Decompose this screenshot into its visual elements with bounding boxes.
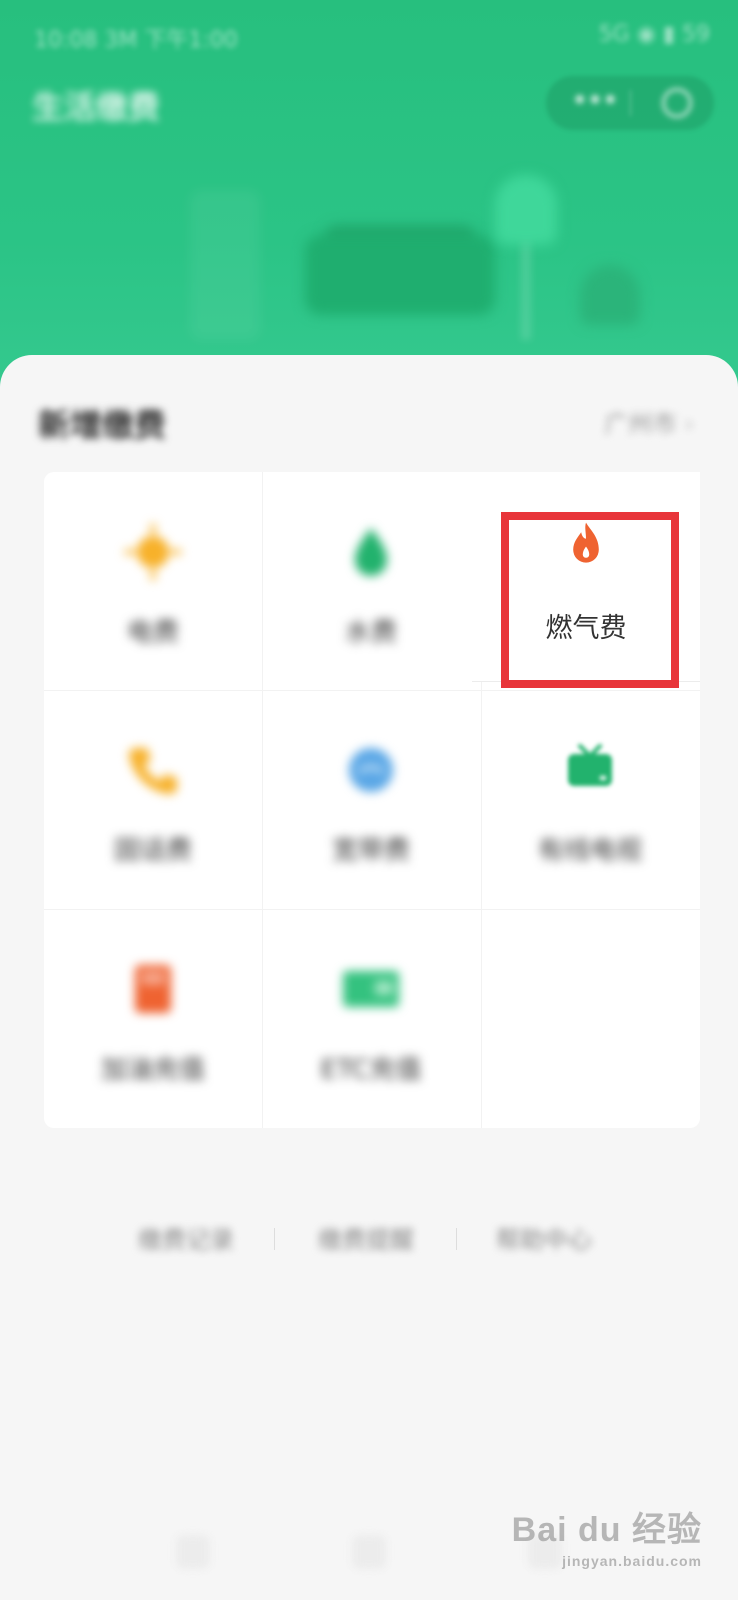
services-grid: 电费 水费 燃气费 固话费 宽带费 有线电视 加油充值 ETC充值 — [44, 472, 700, 1128]
service-label: 有线电视 — [537, 836, 642, 866]
status-indicators: 5G ◉ ▮ 59 — [598, 22, 710, 47]
region-selector[interactable]: 广州市 › — [604, 404, 694, 439]
service-label: 水费 — [344, 618, 397, 648]
miniapp-capsule: ••• — [546, 76, 714, 130]
service-label: 宽带费 — [331, 836, 410, 866]
illustration-lamp-pole — [521, 230, 531, 340]
section-title: 新增缴费 — [38, 406, 167, 444]
close-icon[interactable] — [662, 88, 692, 118]
service-broadband[interactable]: 宽带费 — [262, 690, 480, 908]
phone-icon — [129, 748, 177, 794]
service-label: 电费 — [126, 618, 179, 648]
service-label: 燃气费 — [545, 613, 627, 644]
illustration-lamp — [495, 175, 557, 245]
service-label: 固话费 — [113, 836, 192, 866]
watermark-main: Bai du 经验 — [511, 1511, 702, 1549]
tv-icon — [568, 744, 612, 786]
service-label: ETC充值 — [320, 1055, 422, 1085]
watermark-sub: jingyan.baidu.com — [562, 1553, 702, 1569]
electricity-icon — [124, 523, 182, 581]
service-cable-tv[interactable]: 有线电视 — [481, 690, 699, 908]
status-time: 10:08 3M 下午1:00 — [34, 28, 238, 53]
capsule-divider — [630, 90, 631, 116]
illustration-wall — [190, 190, 260, 340]
nav-item[interactable] — [352, 1535, 386, 1569]
link-divider — [456, 1228, 457, 1250]
service-gas[interactable]: 燃气费 — [472, 472, 700, 682]
link-payment-records[interactable]: 缴费记录 — [138, 1220, 234, 1255]
gas-flame-icon — [573, 522, 599, 563]
bottom-links: 缴费记录 缴费提醒 帮助中心 — [0, 1220, 738, 1260]
illustration-sofa — [305, 235, 495, 315]
link-divider — [274, 1228, 275, 1250]
service-etc[interactable]: ETC充值 — [262, 909, 480, 1127]
status-bar: 10:08 3M 下午1:00 5G ◉ ▮ 59 — [0, 0, 738, 70]
header-banner: 10:08 3M 下午1:00 5G ◉ ▮ 59 生活缴费 ••• — [0, 0, 738, 400]
region-label: 广州市 — [604, 410, 677, 438]
more-icon[interactable]: ••• — [572, 86, 618, 114]
service-electricity[interactable]: 电费 — [44, 472, 262, 690]
link-payment-reminder[interactable]: 缴费提醒 — [318, 1220, 414, 1255]
fuel-card-icon — [135, 965, 171, 1013]
service-landline[interactable]: 固话费 — [44, 690, 262, 908]
water-drop-icon — [355, 528, 387, 576]
illustration-plant — [580, 265, 640, 325]
chevron-right-icon: › — [684, 410, 694, 438]
service-fuel[interactable]: 加油充值 — [44, 909, 262, 1127]
page-title: 生活缴费 — [32, 88, 161, 126]
nav-item[interactable] — [176, 1535, 210, 1569]
link-help-center[interactable]: 帮助中心 — [496, 1220, 592, 1255]
etc-card-icon — [343, 971, 399, 1007]
broadband-icon — [349, 748, 393, 792]
service-water[interactable]: 水费 — [262, 472, 480, 690]
service-label: 加油充值 — [100, 1055, 205, 1085]
baidu-watermark: Bai du 经验 jingyan.baidu.com — [512, 1502, 702, 1569]
